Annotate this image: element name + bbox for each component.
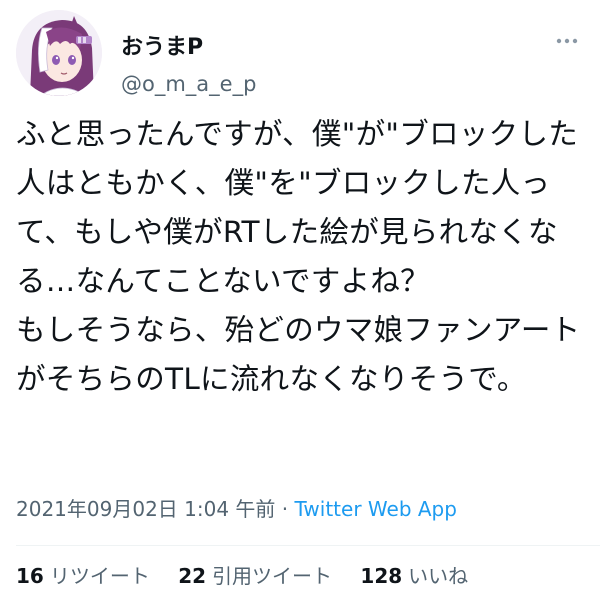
tweet-text: ふと思ったんですが、僕"が"ブロックした人はともかく、僕"を"ブロックした人って… [16,117,581,396]
divider [16,545,600,546]
tweet-header: おうまP @o_m_a_e_p [16,10,584,100]
retweets-count: 16 [16,564,44,588]
likes-count: 128 [360,564,403,588]
tweet-timestamp[interactable]: 2021年09月02日 1:04 午前 [16,497,275,521]
quote-tweets-count: 22 [178,564,207,588]
likes-label: いいね [408,564,469,588]
retweets-stat[interactable]: 16 リツイート [16,562,150,590]
likes-stat[interactable]: 128 いいね [360,562,468,590]
more-options-icon[interactable] [556,36,578,46]
tweet-source-link[interactable]: Twitter Web App [295,497,457,521]
quote-tweets-label: 引用ツイート [212,564,333,588]
tweet-meta: 2021年09月02日 1:04 午前 · Twitter Web App [16,495,457,523]
tweet-stats: 16 リツイート 22 引用ツイート 128 いいね [16,562,490,590]
retweets-label: リツイート [49,564,150,588]
quote-tweets-stat[interactable]: 22 引用ツイート [178,562,332,590]
author-handle[interactable]: @o_m_a_e_p [121,71,256,97]
meta-separator: · [281,497,289,521]
anime-girl-avatar-icon[interactable] [16,10,102,96]
author-display-name[interactable]: おうまP [121,34,203,62]
